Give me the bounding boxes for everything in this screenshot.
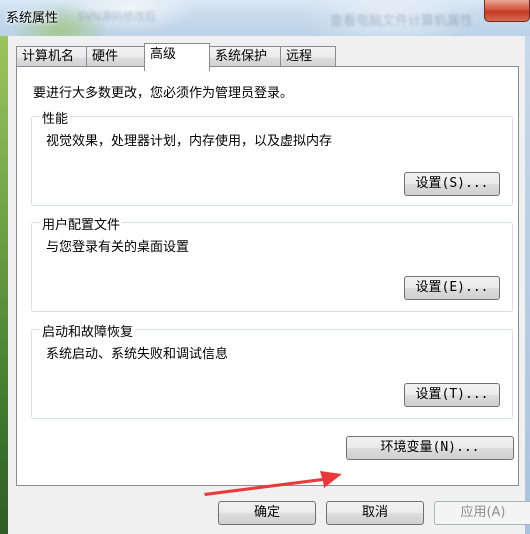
startup-recovery-settings-button[interactable]: 设置(T)... [404, 383, 500, 407]
performance-description: 视觉效果，处理器计划，内存使用，以及虚拟内存 [46, 134, 333, 149]
background-window-text: 查看电脑文件计算机属性 [330, 14, 474, 29]
performance-group: 性能 视觉效果，处理器计划，内存使用，以及虚拟内存 设置(S)... [31, 108, 513, 206]
tab-advanced[interactable]: 高级 [144, 43, 210, 71]
window-title: 系统属性 [6, 11, 59, 26]
background-window-text: SVN源码修改后 [78, 10, 156, 23]
ok-button[interactable]: 确定 [218, 501, 316, 525]
user-profiles-group-title: 用户配置文件 [40, 214, 123, 233]
close-button[interactable] [484, 0, 530, 22]
tab-hardware[interactable]: 硬件 [86, 46, 145, 68]
user-profiles-description: 与您登录有关的桌面设置 [46, 240, 190, 255]
admin-note: 要进行大多数更改，您必须作为管理员登录。 [33, 86, 294, 101]
window-frame-left [0, 36, 8, 534]
title-bar: SVN源码修改后 查看电脑文件计算机属性 系统属性 [0, 0, 530, 36]
apply-button[interactable]: 应用(A) [434, 501, 530, 525]
performance-settings-button[interactable]: 设置(S)... [404, 172, 500, 196]
performance-group-title: 性能 [40, 108, 71, 127]
tab-remote[interactable]: 远程 [280, 46, 336, 68]
environment-variables-button[interactable]: 环境变量(N)... [346, 436, 514, 460]
startup-recovery-group-title: 启动和故障恢复 [40, 321, 136, 340]
startup-recovery-description: 系统启动、系统失败和调试信息 [46, 347, 229, 362]
annotation-arrow-icon [204, 471, 342, 496]
tab-system-protection[interactable]: 系统保护 [209, 46, 281, 68]
cancel-button[interactable]: 取消 [326, 501, 424, 525]
window-frame-right [525, 36, 530, 534]
tab-computer-name[interactable]: 计算机名 [16, 46, 87, 68]
user-profiles-settings-button[interactable]: 设置(E)... [404, 276, 500, 300]
dialog-client-area: 计算机名 硬件 高级 系统保护 远程 要进行大多数更改，您必须作为管理员登录。 … [8, 36, 530, 534]
user-profiles-group: 用户配置文件 与您登录有关的桌面设置 设置(E)... [31, 214, 513, 312]
startup-recovery-group: 启动和故障恢复 系统启动、系统失败和调试信息 设置(T)... [31, 321, 513, 419]
